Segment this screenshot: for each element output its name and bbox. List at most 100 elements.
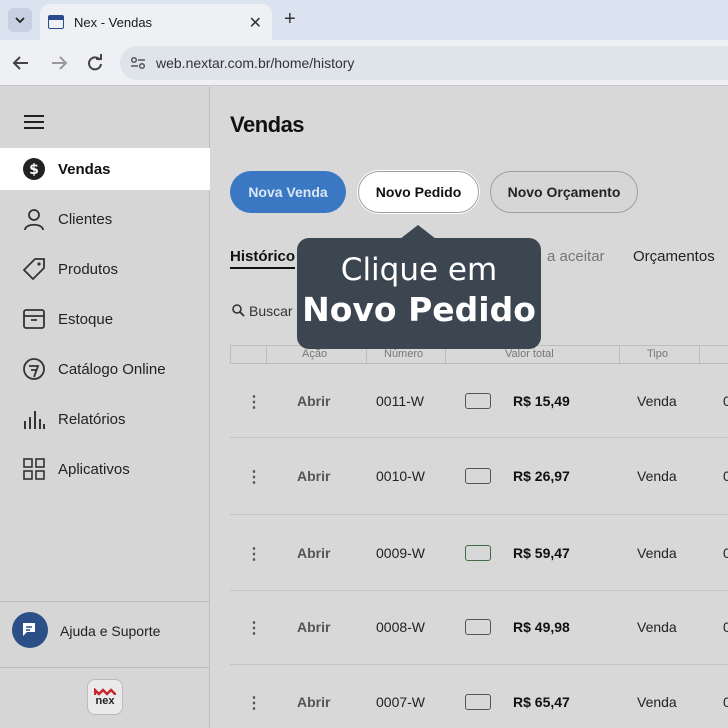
close-tab-icon[interactable]: ✕ <box>249 13 262 33</box>
header-type: Tipo <box>647 348 668 360</box>
order-type: Venda <box>637 694 677 710</box>
order-type: Venda <box>637 468 677 484</box>
header-total: Valor total <box>505 348 554 360</box>
reload-icon[interactable] <box>86 54 104 72</box>
svg-text:$: $ <box>29 162 39 178</box>
tab-search-button[interactable] <box>8 8 32 32</box>
sidebar-item-label: Estoque <box>58 310 114 328</box>
row-menu-icon[interactable]: ⋮ <box>246 392 262 412</box>
order-value: R$ 59,47 <box>513 545 570 561</box>
search-label: Buscar <box>249 303 293 319</box>
header-action: Ação <box>302 348 328 360</box>
sidebar: $ Vendas Clientes Produtos Estoque Catál… <box>0 87 210 728</box>
row-menu-icon[interactable]: ⋮ <box>246 693 262 713</box>
order-type: Venda <box>637 619 677 635</box>
tutorial-tooltip: Clique em Novo Pedido <box>297 238 541 349</box>
nex-logo: nex <box>87 679 123 715</box>
address-bar: web.nextar.com.br/home/history <box>0 40 728 86</box>
card-payment-icon <box>465 468 491 484</box>
tooltip-arrow <box>400 225 436 239</box>
sidebar-item-label: Vendas <box>58 160 111 178</box>
catalog-icon <box>22 357 46 381</box>
url-field[interactable]: web.nextar.com.br/home/history <box>120 46 728 80</box>
tooltip-line-2: Novo Pedido <box>302 290 536 329</box>
tab-title: Nex - Vendas <box>74 14 153 30</box>
row-menu-icon[interactable]: ⋮ <box>246 544 262 564</box>
card-payment-icon <box>465 393 491 409</box>
row-divider <box>230 664 728 665</box>
new-quote-button[interactable]: Novo Orçamento <box>490 171 638 213</box>
open-link[interactable]: Abrir <box>297 694 330 710</box>
row-divider <box>230 437 728 438</box>
sidebar-divider <box>0 601 210 602</box>
open-link[interactable]: Abrir <box>297 619 330 635</box>
chevron-down-icon <box>15 17 25 24</box>
sidebar-item-label: Aplicativos <box>58 460 130 478</box>
order-number: 0010-W <box>376 468 426 484</box>
new-sale-button[interactable]: Nova Venda <box>230 171 346 213</box>
new-order-button[interactable]: Novo Pedido <box>358 171 479 213</box>
sidebar-item-label: Clientes <box>58 210 113 228</box>
page-title: Vendas <box>230 112 305 137</box>
sidebar-item-catalogo[interactable]: Catálogo Online <box>0 348 210 390</box>
browser-tab-bar: Nex - Vendas ✕ + <box>0 0 728 40</box>
order-value: R$ 49,98 <box>513 619 570 635</box>
open-link[interactable]: Abrir <box>297 393 330 409</box>
user-icon <box>22 207 46 231</box>
dollar-icon: $ <box>22 157 46 181</box>
header-number: Número <box>384 348 424 360</box>
nex-logo-text: nex <box>95 694 115 707</box>
forward-arrow-icon[interactable] <box>50 54 68 72</box>
tab-to-accept[interactable]: a aceitar <box>547 248 605 265</box>
sidebar-item-label: Relatórios <box>58 410 126 428</box>
help-support-link[interactable]: Ajuda e Suporte <box>60 623 160 639</box>
row-extra: 0 <box>723 619 728 635</box>
favicon-icon <box>48 15 64 29</box>
row-extra: 0 <box>723 393 728 409</box>
back-arrow-icon[interactable] <box>12 54 30 72</box>
sidebar-item-produtos[interactable]: Produtos <box>0 248 210 290</box>
order-type: Venda <box>637 393 677 409</box>
sidebar-item-clientes[interactable]: Clientes <box>0 198 210 240</box>
tag-icon <box>22 257 46 281</box>
card-payment-icon <box>465 619 491 635</box>
row-extra: 0 <box>723 468 728 484</box>
row-extra: 0 <box>723 694 728 710</box>
new-tab-button[interactable]: + <box>284 8 296 31</box>
tab-quotes[interactable]: Orçamentos <box>633 248 715 265</box>
row-extra: 0 <box>723 545 728 561</box>
sidebar-item-vendas[interactable]: $ Vendas <box>0 148 210 190</box>
apps-grid-icon <box>22 457 46 481</box>
order-number: 0011-W <box>376 393 424 409</box>
order-number: 0008-W <box>376 619 426 635</box>
sidebar-item-aplicativos[interactable]: Aplicativos <box>0 448 210 490</box>
open-link[interactable]: Abrir <box>297 545 330 561</box>
search-icon <box>232 304 245 317</box>
sidebar-item-estoque[interactable]: Estoque <box>0 298 210 340</box>
row-menu-icon[interactable]: ⋮ <box>246 467 262 487</box>
browser-tab[interactable]: Nex - Vendas ✕ <box>40 4 272 40</box>
row-divider <box>230 590 728 591</box>
url-text: web.nextar.com.br/home/history <box>156 55 355 71</box>
bar-chart-icon <box>22 407 46 431</box>
sidebar-item-relatorios[interactable]: Relatórios <box>0 398 210 440</box>
hamburger-menu-icon[interactable] <box>24 115 44 133</box>
open-link[interactable]: Abrir <box>297 468 330 484</box>
row-menu-icon[interactable]: ⋮ <box>246 618 262 638</box>
order-number: 0007-W <box>376 694 426 710</box>
help-chat-icon[interactable] <box>12 612 48 648</box>
search-field[interactable]: Buscar <box>232 303 293 319</box>
tab-history[interactable]: Histórico <box>230 248 296 269</box>
order-value: R$ 65,47 <box>513 694 570 710</box>
cash-payment-icon <box>465 545 491 561</box>
sidebar-divider <box>0 667 210 668</box>
site-settings-icon[interactable] <box>130 55 146 71</box>
card-payment-icon <box>465 694 491 710</box>
box-icon <box>22 307 46 331</box>
sidebar-item-label: Catálogo Online <box>58 360 166 378</box>
order-type: Venda <box>637 545 677 561</box>
sidebar-item-label: Produtos <box>58 260 119 278</box>
row-divider <box>230 514 728 515</box>
order-value: R$ 15,49 <box>513 393 570 409</box>
order-value: R$ 26,97 <box>513 468 570 484</box>
